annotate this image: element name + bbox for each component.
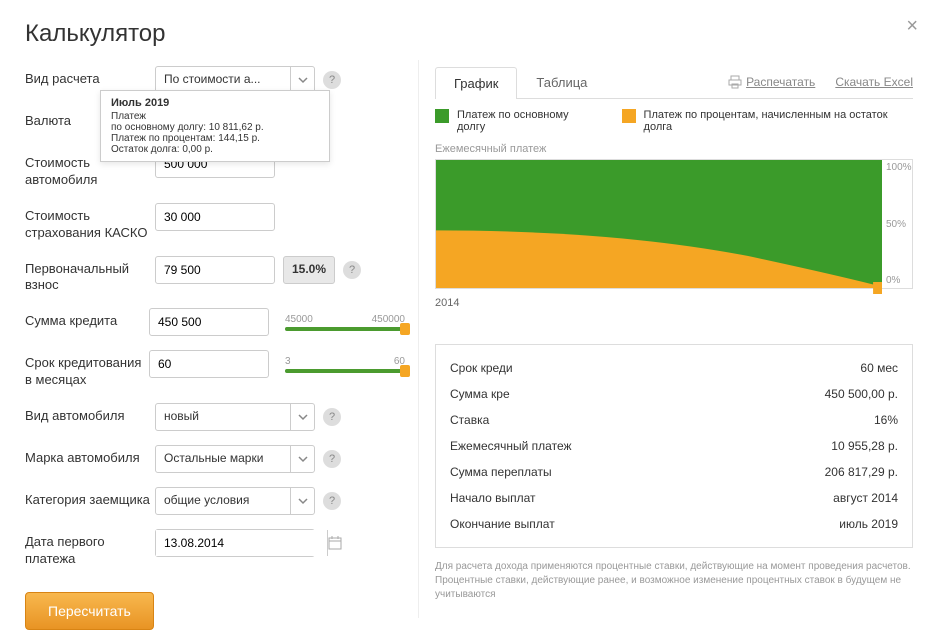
help-icon[interactable]: ? [343,261,361,279]
slider-loan-sum[interactable] [285,327,405,331]
y-tick-50: 50% [886,219,912,230]
help-icon[interactable]: ? [323,71,341,89]
help-icon[interactable]: ? [323,492,341,510]
label-down-payment: Первоначальный взнос [25,256,155,295]
label-loan-sum: Сумма кредита [25,308,149,330]
tooltip-line: Платеж по процентам: 144,15 р. [111,133,319,144]
label-term: Срок кредитования в месяцах [25,350,149,389]
summary-label: Ежемесячный платеж [450,439,572,453]
tab-chart[interactable]: График [435,67,517,99]
summary-value: 10 955,28 р. [831,439,898,453]
tooltip-title: Июль 2019 [111,97,319,109]
label-first-payment: Дата первого платежа [25,529,155,568]
label-category: Категория заемщика [25,487,155,509]
select-car-type[interactable]: новый [155,403,315,431]
close-icon[interactable]: × [906,15,918,38]
summary-label: Ставка [450,413,489,427]
chevron-down-icon[interactable] [290,404,314,430]
results-panel: График Таблица Распечатать Скачать Excel… [435,66,913,630]
down-payment-pct: 15.0% [283,256,335,284]
print-icon [728,75,742,89]
footnote: Для расчета дохода применяются процентны… [435,560,913,602]
summary-label: Начало выплат [450,491,536,505]
slider-min: 3 [285,356,291,367]
legend-label-principal: Платеж по основному долгу [457,109,597,133]
legend-swatch-interest [622,109,636,123]
summary-label: Сумма переплаты [450,465,552,479]
tab-table[interactable]: Таблица [517,66,606,98]
summary-value: 450 500,00 р. [825,387,898,401]
page-title: Калькулятор [25,20,913,48]
summary-value: июль 2019 [839,517,898,531]
date-value[interactable] [156,530,327,556]
summary-label: Срок креди [450,361,513,375]
chart-tooltip: Июль 2019 Платеж по основному долгу: 10 … [100,90,330,162]
print-link[interactable]: Распечатать [728,75,815,89]
x-tick-start: 2014 [435,297,913,309]
tooltip-line: по основному долгу: 10 811,62 р. [111,122,319,133]
legend-swatch-principal [435,109,449,123]
select-category[interactable]: общие условия [155,487,315,515]
input-first-payment[interactable] [155,529,315,557]
summary-table: Срок креди60 мес Сумма кре450 500,00 р. … [435,344,913,548]
summary-value: 16% [874,413,898,427]
summary-value: август 2014 [833,491,898,505]
y-tick-0: 0% [886,275,912,286]
label-car-type: Вид автомобиля [25,403,155,425]
help-icon[interactable]: ? [323,450,341,468]
label-brand: Марка автомобиля [25,445,155,467]
payment-chart: 100% 50% 0% [435,159,913,289]
tooltip-line: Платеж [111,111,319,122]
slider-min: 45000 [285,314,313,325]
chevron-down-icon[interactable] [290,446,314,472]
recalculate-button[interactable]: Пересчитать [25,592,154,630]
input-down-payment[interactable] [155,256,275,284]
input-loan-sum[interactable] [149,308,269,336]
download-excel-link[interactable]: Скачать Excel [835,75,913,89]
label-kasko: Стоимость страхования КАСКО [25,203,155,242]
tooltip-line: Остаток долга: 0,00 р. [111,144,319,155]
summary-value: 206 817,29 р. [825,465,898,479]
slider-term[interactable] [285,369,405,373]
help-icon[interactable]: ? [323,408,341,426]
legend-label-interest: Платеж по процентам, начисленным на оста… [644,109,913,133]
calendar-icon[interactable] [327,530,342,556]
chart-title: Ежемесячный платеж [435,143,913,155]
chevron-down-icon[interactable] [290,488,314,514]
select-value: новый [156,404,290,430]
summary-label: Сумма кре [450,387,510,401]
summary-value: 60 мес [860,361,898,375]
select-brand[interactable]: Остальные марки [155,445,315,473]
print-label: Распечатать [746,75,815,89]
summary-label: Окончание выплат [450,517,555,531]
y-tick-100: 100% [886,162,912,173]
select-value: общие условия [156,488,290,514]
input-term[interactable] [149,350,269,378]
select-value: Остальные марки [156,446,290,472]
input-kasko[interactable] [155,203,275,231]
label-calc-type: Вид расчета [25,66,155,88]
divider [418,60,419,618]
